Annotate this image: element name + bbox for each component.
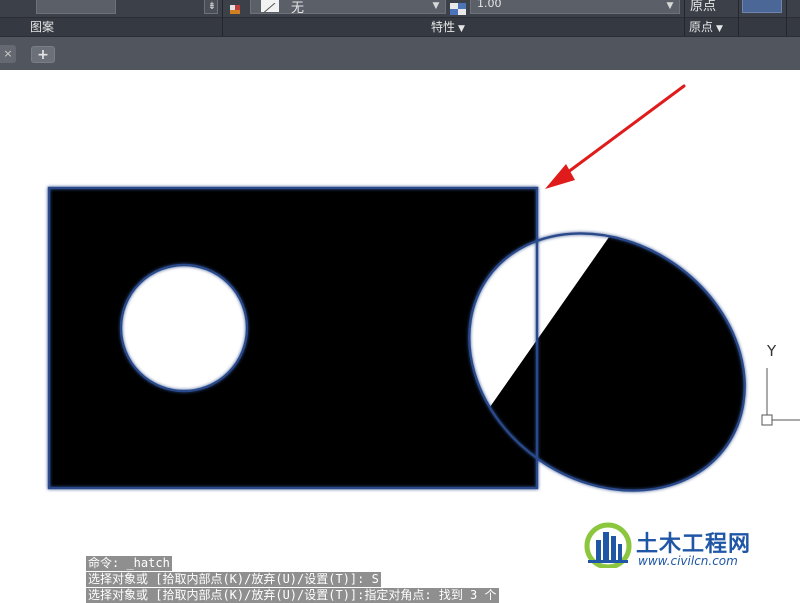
origin-button[interactable]: 原点 [690, 0, 716, 14]
command-line: 选择对象或 [拾取内部点(K)/放弃(U)/设置(T)]:指定对角点: 找到 3… [86, 588, 499, 603]
pattern-scroll-button[interactable]: ⇟ [204, 0, 218, 14]
panel-separator [222, 0, 223, 36]
panel-label-origin[interactable]: 原点 ▼ [689, 19, 723, 35]
chevron-down-icon: ▼ [666, 1, 674, 11]
hatch-color-icon[interactable] [229, 0, 243, 14]
hatch-type-dropdown[interactable]: 无 ▼ [250, 0, 446, 16]
panel-label-properties[interactable]: 特性 ▼ [431, 19, 465, 35]
ribbon-option-swatch[interactable] [742, 0, 782, 13]
command-line: 命令: _hatch [86, 556, 172, 571]
transparency-field[interactable]: 1.00 ▼ [470, 0, 680, 14]
new-tab-button[interactable]: + [31, 46, 55, 63]
command-history: 命令: _hatch 选择对象或 [拾取内部点(K)/放弃(U)/设置(T)]:… [86, 552, 499, 603]
ribbon-panel-label-strip [0, 17, 800, 36]
pattern-preview-field[interactable] [36, 0, 116, 14]
hatch-type-value: 无 [291, 1, 305, 16]
ucs-icon [761, 368, 800, 426]
command-line: 选择对象或 [拾取内部点(K)/放弃(U)/设置(T)]: S [86, 572, 381, 587]
scroll-down-icon: ⇟ [207, 1, 217, 12]
ribbon: ⇟ 图案 无 ▼ 1.00 ▼ 特性 ▼ 原点 原点 ▼ [0, 0, 800, 36]
transparency-value: 1.00 [477, 0, 502, 10]
panel-separator [684, 0, 685, 36]
panel-label-pattern: 图案 [30, 20, 55, 34]
watermark-url: www.civilcn.com [638, 554, 738, 568]
panel-separator [786, 0, 787, 36]
chevron-down-icon: ▼ [432, 1, 440, 11]
document-tab-bar: × + [0, 36, 800, 70]
transparency-icon [450, 0, 466, 15]
ucs-y-label: Y [767, 342, 777, 360]
diagonal-swatch-icon [261, 0, 279, 12]
site-watermark: 土木工程网 www.civilcn.com [576, 500, 760, 582]
panel-separator [738, 0, 739, 36]
circle-boundary[interactable] [119, 263, 249, 393]
origin-button-label: 原点 [690, 0, 717, 14]
red-arrow-annotation [545, 84, 686, 189]
close-tab-icon[interactable]: × [0, 45, 16, 63]
building-logo-icon [584, 520, 632, 570]
